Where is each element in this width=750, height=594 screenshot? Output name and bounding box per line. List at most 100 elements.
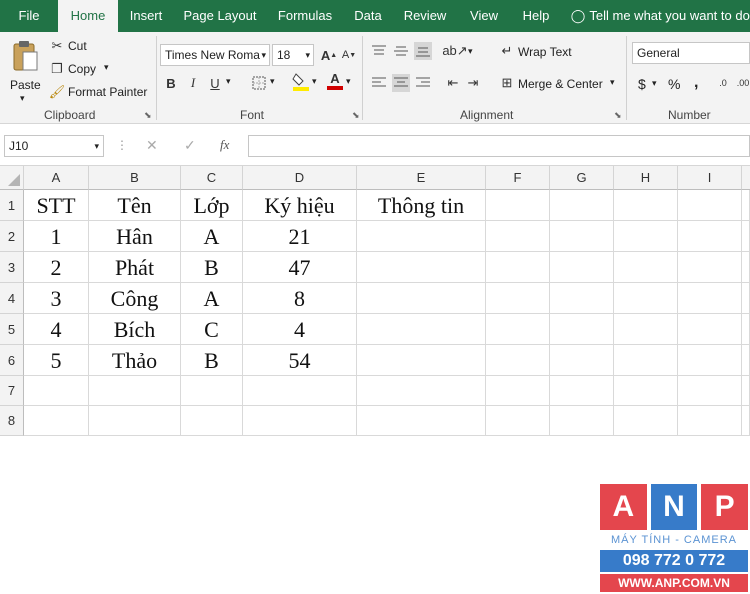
- name-box[interactable]: J10 ▾: [4, 135, 104, 157]
- cell-d6[interactable]: 54: [243, 345, 357, 376]
- cell-j7[interactable]: [742, 376, 750, 406]
- row-header-8[interactable]: 8: [0, 406, 24, 436]
- formula-input[interactable]: [248, 135, 750, 157]
- cell-b2[interactable]: Hân: [89, 221, 181, 252]
- cell-g5[interactable]: [550, 314, 614, 345]
- format-painter-button[interactable]: 🖌 Format Painter: [48, 83, 152, 101]
- cancel-icon[interactable]: ✕: [146, 137, 158, 154]
- cell-j6[interactable]: [742, 345, 750, 376]
- cell-i5[interactable]: [678, 314, 742, 345]
- paste-button[interactable]: Paste ▾: [6, 38, 44, 104]
- borders-icon[interactable]: [250, 74, 268, 92]
- cell-d3[interactable]: 47: [243, 252, 357, 283]
- align-center-icon[interactable]: [392, 74, 410, 92]
- column-header-f[interactable]: F: [486, 166, 550, 190]
- currency-dropdown-icon[interactable]: ▾: [652, 78, 657, 89]
- cell-a6[interactable]: 5: [24, 345, 89, 376]
- cell-d5[interactable]: 4: [243, 314, 357, 345]
- percent-button[interactable]: %: [668, 76, 680, 92]
- cell-j8[interactable]: [742, 406, 750, 436]
- tab-review[interactable]: Review: [392, 0, 458, 32]
- number-format-select[interactable]: General: [632, 42, 750, 64]
- tab-file[interactable]: File: [0, 0, 58, 32]
- column-header-h[interactable]: H: [614, 166, 678, 190]
- cell-b8[interactable]: [89, 406, 181, 436]
- cell-e7[interactable]: [357, 376, 486, 406]
- tab-home[interactable]: Home: [58, 0, 118, 32]
- orientation-dropdown-icon[interactable]: ▾: [468, 46, 473, 57]
- tab-view[interactable]: View: [458, 0, 510, 32]
- cell-g2[interactable]: [550, 221, 614, 252]
- align-right-icon[interactable]: [414, 74, 432, 92]
- cell-a8[interactable]: [24, 406, 89, 436]
- cell-i2[interactable]: [678, 221, 742, 252]
- column-header-i[interactable]: I: [678, 166, 742, 190]
- cell-f2[interactable]: [486, 221, 550, 252]
- italic-button[interactable]: I: [184, 74, 202, 92]
- cell-j2[interactable]: [742, 221, 750, 252]
- cell-j1[interactable]: [742, 190, 750, 221]
- cell-e4[interactable]: [357, 283, 486, 314]
- cell-f7[interactable]: [486, 376, 550, 406]
- decrease-decimal-icon[interactable]: .00: [734, 74, 750, 92]
- cell-c4[interactable]: A: [181, 283, 243, 314]
- row-header-5[interactable]: 5: [0, 314, 24, 345]
- borders-dropdown-icon[interactable]: ▾: [270, 76, 275, 87]
- cell-i8[interactable]: [678, 406, 742, 436]
- font-launcher-icon[interactable]: ⬊: [352, 110, 360, 121]
- cell-e6[interactable]: [357, 345, 486, 376]
- cell-d8[interactable]: [243, 406, 357, 436]
- cell-d7[interactable]: [243, 376, 357, 406]
- bold-button[interactable]: B: [162, 74, 180, 92]
- tab-insert[interactable]: Insert: [118, 0, 174, 32]
- cell-h3[interactable]: [614, 252, 678, 283]
- font-color-dropdown-icon[interactable]: ▾: [346, 76, 351, 87]
- cell-h4[interactable]: [614, 283, 678, 314]
- row-header-6[interactable]: 6: [0, 345, 24, 376]
- clipboard-launcher-icon[interactable]: ⬊: [144, 110, 152, 121]
- cell-g7[interactable]: [550, 376, 614, 406]
- fill-color-dropdown-icon[interactable]: ▾: [312, 76, 317, 87]
- decrease-font-icon[interactable]: A ▼: [340, 46, 358, 64]
- copy-button[interactable]: ❐ Copy ▾: [48, 60, 118, 78]
- cell-i4[interactable]: [678, 283, 742, 314]
- cell-d4[interactable]: 8: [243, 283, 357, 314]
- row-header-1[interactable]: 1: [0, 190, 24, 221]
- cell-c2[interactable]: A: [181, 221, 243, 252]
- cell-f8[interactable]: [486, 406, 550, 436]
- cell-b4[interactable]: Công: [89, 283, 181, 314]
- increase-decimal-icon[interactable]: .0: [714, 74, 732, 92]
- column-header-c[interactable]: C: [181, 166, 243, 190]
- decrease-indent-icon[interactable]: ⇤: [444, 74, 462, 92]
- column-header-g[interactable]: G: [550, 166, 614, 190]
- cell-c7[interactable]: [181, 376, 243, 406]
- cell-f5[interactable]: [486, 314, 550, 345]
- cell-i1[interactable]: [678, 190, 742, 221]
- cell-h1[interactable]: [614, 190, 678, 221]
- cell-e2[interactable]: [357, 221, 486, 252]
- cell-f4[interactable]: [486, 283, 550, 314]
- select-all-corner[interactable]: [0, 166, 24, 190]
- cell-h8[interactable]: [614, 406, 678, 436]
- cell-h7[interactable]: [614, 376, 678, 406]
- cell-j5[interactable]: [742, 314, 750, 345]
- cell-a4[interactable]: 3: [24, 283, 89, 314]
- alignment-launcher-icon[interactable]: ⬊: [614, 110, 622, 121]
- align-left-icon[interactable]: [370, 74, 388, 92]
- currency-button[interactable]: $: [638, 76, 646, 92]
- tell-me-search[interactable]: ◯ Tell me what you want to do: [570, 0, 750, 32]
- cell-f1[interactable]: [486, 190, 550, 221]
- align-middle-icon[interactable]: [392, 42, 410, 60]
- comma-button[interactable]: ,: [694, 74, 698, 92]
- cell-e8[interactable]: [357, 406, 486, 436]
- cell-g8[interactable]: [550, 406, 614, 436]
- cell-b5[interactable]: Bích: [89, 314, 181, 345]
- cell-g3[interactable]: [550, 252, 614, 283]
- font-name-select[interactable]: Times New Roma ▾: [160, 44, 270, 66]
- cell-j4[interactable]: [742, 283, 750, 314]
- cell-j3[interactable]: [742, 252, 750, 283]
- cell-e1[interactable]: Thông tin: [357, 190, 486, 221]
- row-header-3[interactable]: 3: [0, 252, 24, 283]
- merge-center-button[interactable]: ⊞ Merge & Center ▾: [498, 74, 622, 94]
- cell-a5[interactable]: 4: [24, 314, 89, 345]
